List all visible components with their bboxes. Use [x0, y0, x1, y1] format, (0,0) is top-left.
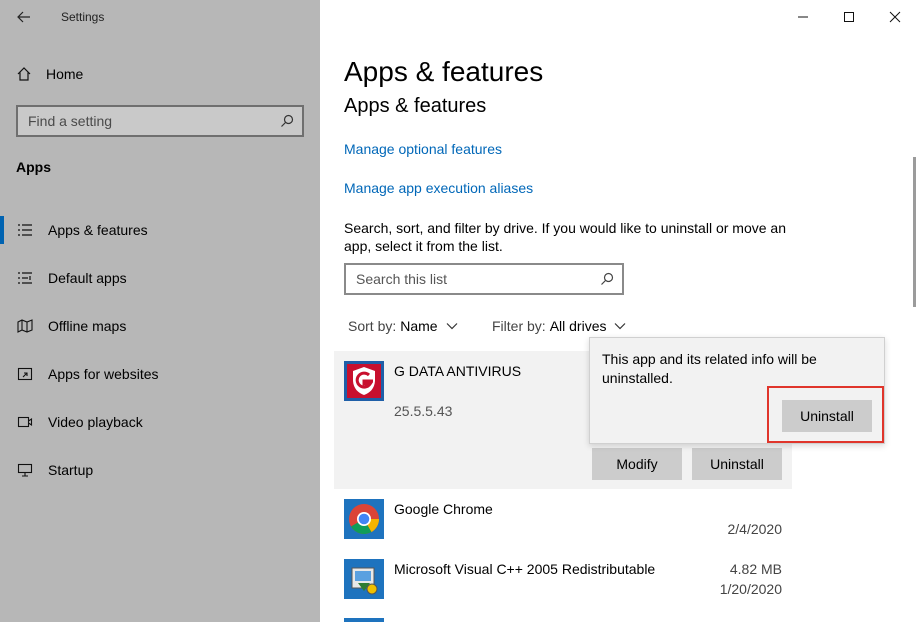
window-controls — [780, 0, 918, 34]
app-list-item-partial[interactable] — [344, 618, 384, 622]
app-list-search-box[interactable] — [344, 263, 624, 295]
main-content: Apps & features Apps & features Manage o… — [320, 0, 918, 622]
back-button[interactable] — [10, 4, 38, 30]
close-icon — [889, 11, 901, 23]
chevron-down-icon — [614, 322, 626, 330]
home-label: Home — [46, 66, 84, 82]
sidebar-item-video-playback[interactable]: Video playback — [0, 398, 320, 446]
page-title: Apps & features — [344, 56, 544, 87]
app-date: 1/20/2020 — [719, 581, 782, 597]
maximize-icon — [844, 12, 854, 22]
app-name: Microsoft Visual C++ 2005 Redistributabl… — [394, 561, 656, 577]
sidebar-item-default-apps[interactable]: Default apps — [0, 254, 320, 302]
gdata-antivirus-icon — [344, 361, 384, 401]
default-apps-icon — [16, 269, 34, 287]
close-button[interactable] — [872, 0, 918, 34]
offline-maps-icon — [16, 317, 34, 335]
filter-value: All drives — [549, 318, 607, 334]
minimize-icon — [798, 16, 808, 18]
modify-button[interactable]: Modify — [592, 448, 682, 480]
flyout-message: This app and its related info will be un… — [602, 351, 817, 386]
sidebar-item-label: Offline maps — [48, 318, 127, 334]
sidebar-item-apps-features[interactable]: Apps & features — [0, 206, 320, 254]
search-icon — [281, 114, 294, 127]
back-arrow-icon — [17, 11, 30, 23]
sort-dropdown[interactable]: Sort by: Name — [348, 318, 458, 334]
sort-label: Sort by: — [348, 318, 397, 334]
manage-app-execution-aliases-link[interactable]: Manage app execution aliases — [344, 180, 533, 196]
app-list-item-msvc[interactable]: Microsoft Visual C++ 2005 Redistributabl… — [334, 549, 792, 609]
app-date: 2/4/2020 — [727, 521, 783, 537]
active-indicator — [0, 216, 4, 244]
sidebar-item-apps-for-websites[interactable]: Apps for websites — [0, 350, 320, 398]
uninstall-confirm-flyout: This app and its related info will be un… — [589, 337, 885, 444]
apps-description: Search, sort, and filter by drive. If yo… — [344, 220, 786, 254]
app-name: G DATA ANTIVIRUS — [394, 363, 522, 379]
filter-label: Filter by: — [492, 318, 546, 334]
chrome-icon — [344, 499, 384, 539]
minimize-button[interactable] — [780, 0, 826, 34]
manage-optional-features-link[interactable]: Manage optional features — [344, 141, 502, 157]
app-title: Settings — [61, 10, 105, 24]
filter-dropdown[interactable]: Filter by: All drives — [492, 318, 626, 334]
section-label-apps: Apps — [16, 159, 51, 175]
titlebar-left: Settings — [0, 0, 320, 34]
sidebar-item-offline-maps[interactable]: Offline maps — [0, 302, 320, 350]
chevron-down-icon — [446, 322, 458, 330]
sidebar-item-label: Default apps — [48, 270, 127, 286]
app-list-item-chrome[interactable]: Google Chrome 2/4/2020 — [334, 489, 792, 549]
app-version: 25.5.5.43 — [394, 403, 453, 419]
startup-icon — [16, 461, 34, 479]
uninstall-button[interactable]: Uninstall — [692, 448, 782, 480]
sidebar-item-label: Apps for websites — [48, 366, 159, 382]
installer-icon — [344, 559, 384, 599]
sidebar-item-label: Apps & features — [48, 222, 148, 238]
sidebar-item-label: Startup — [48, 462, 94, 478]
scrollbar-thumb[interactable] — [913, 157, 916, 307]
search-icon — [601, 272, 614, 285]
confirm-uninstall-button[interactable]: Uninstall — [782, 400, 872, 432]
app-size: 4.82 MB — [729, 561, 782, 577]
app-name: Google Chrome — [394, 501, 493, 517]
settings-search-input[interactable] — [28, 113, 280, 129]
sidebar: Settings Home Apps Apps & features Defau… — [0, 0, 320, 622]
apps-features-icon — [16, 221, 34, 239]
sidebar-item-label: Video playback — [48, 414, 143, 430]
sort-value: Name — [400, 318, 438, 334]
home-nav[interactable]: Home — [16, 62, 83, 86]
sidebar-nav: Apps & features Default apps Offline map… — [0, 206, 320, 494]
video-playback-icon — [16, 413, 34, 431]
app-list-search-input[interactable] — [356, 271, 600, 287]
settings-search-box[interactable] — [16, 105, 304, 137]
maximize-button[interactable] — [826, 0, 872, 34]
section-title: Apps & features — [344, 95, 487, 117]
apps-for-websites-icon — [16, 365, 34, 383]
home-icon — [17, 67, 31, 81]
sidebar-item-startup[interactable]: Startup — [0, 446, 320, 494]
